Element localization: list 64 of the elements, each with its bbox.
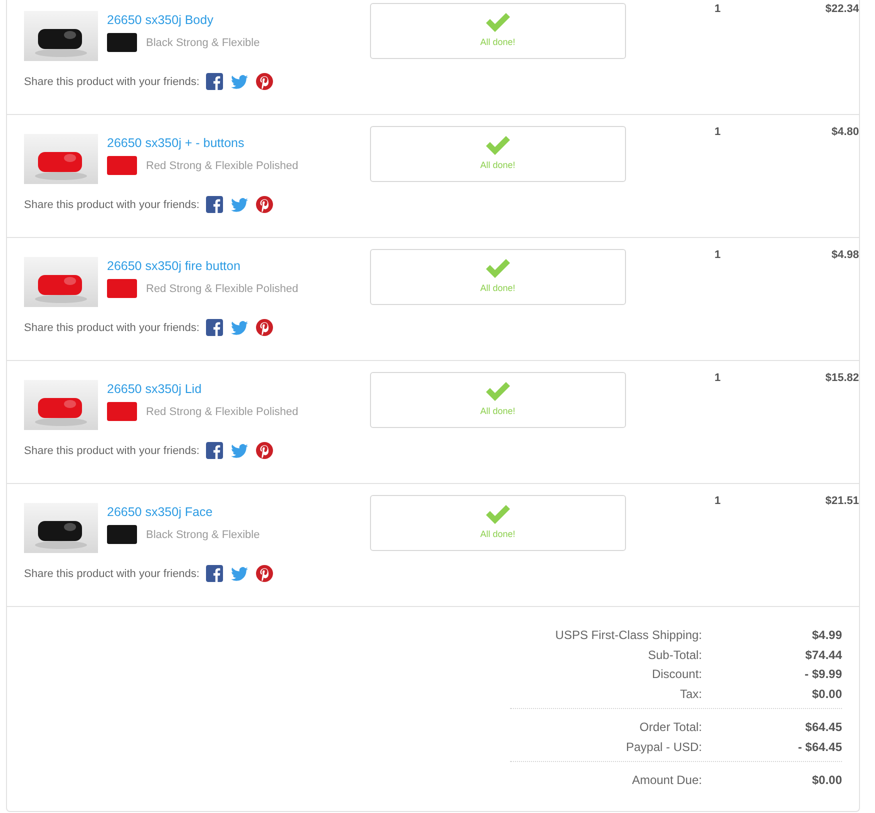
price: $21.51 [824,495,859,509]
share-label: Share this product with your friends: [24,568,200,580]
summary-label: Amount Due: [630,772,702,789]
quantity: 1 [713,249,722,263]
material-name: Red Strong & Flexible Polished [146,282,298,294]
product-link[interactable]: 26650 sx350j Body [107,13,260,27]
checkmark-icon [484,12,511,33]
facebook-icon[interactable] [206,565,224,582]
pinterest-icon[interactable] [256,319,274,336]
status-text: All done! [480,283,516,293]
summary-label: Order Total: [638,719,702,736]
material-name: Red Strong & Flexible Polished [146,406,298,418]
pinterest-icon[interactable] [256,565,274,582]
checkmark-icon [484,135,511,156]
summary-value: - $9.99 [804,666,842,683]
facebook-icon[interactable] [206,442,224,459]
quantity: 1 [713,495,722,509]
status-text: All done! [480,406,516,416]
product-link[interactable]: 26650 sx350j fire button [107,259,298,273]
quantity: 1 [713,126,722,140]
share-label: Share this product with your friends: [24,76,200,88]
share-label: Share this product with your friends: [24,198,200,210]
summary-label: Paypal - USD: [624,738,702,756]
pinterest-icon[interactable] [256,196,274,213]
twitter-icon[interactable] [231,73,248,90]
twitter-icon[interactable] [231,565,248,582]
share-label: Share this product with your friends: [24,444,200,456]
quantity: 1 [713,3,722,17]
facebook-icon[interactable] [206,319,224,336]
summary-label: Sub-Total: [646,646,702,664]
summary-label: USPS First-Class Shipping: [554,627,702,644]
facebook-icon[interactable] [206,196,224,213]
status-text: All done! [480,37,516,47]
price: $4.98 [830,249,859,263]
summary-label: Discount: [650,666,702,683]
share-label: Share this product with your friends: [24,322,200,334]
twitter-icon[interactable] [231,196,248,213]
quantity: 1 [713,372,722,386]
checkmark-icon [484,381,511,402]
product-link[interactable]: 26650 sx350j Face [107,505,260,519]
price: $22.34 [824,3,859,17]
twitter-icon[interactable] [231,442,248,459]
status-text: All done! [480,529,516,539]
material-name: Black Strong & Flexible [146,528,260,540]
summary-value: $64.45 [804,719,842,736]
product-link[interactable]: 26650 sx350j Lid [107,382,298,396]
summary-value: $0.00 [810,686,842,702]
summary-label: Tax: [678,686,702,702]
material-name: Red Strong & Flexible Polished [146,160,298,172]
price: $4.80 [830,126,859,140]
summary-value: $4.99 [810,627,842,644]
material-name: Black Strong & Flexible [146,36,260,48]
pinterest-icon[interactable] [256,73,274,90]
summary-value: $0.00 [810,772,842,789]
facebook-icon[interactable] [206,73,224,90]
summary-value: $74.44 [804,646,842,664]
summary-value: - $64.45 [796,738,842,756]
price: $15.82 [824,372,859,386]
checkmark-icon [484,504,511,525]
checkmark-icon [484,258,511,279]
twitter-icon[interactable] [231,319,248,336]
product-link[interactable]: 26650 sx350j + - buttons [107,136,298,150]
pinterest-icon[interactable] [256,442,274,459]
status-text: All done! [480,160,516,170]
